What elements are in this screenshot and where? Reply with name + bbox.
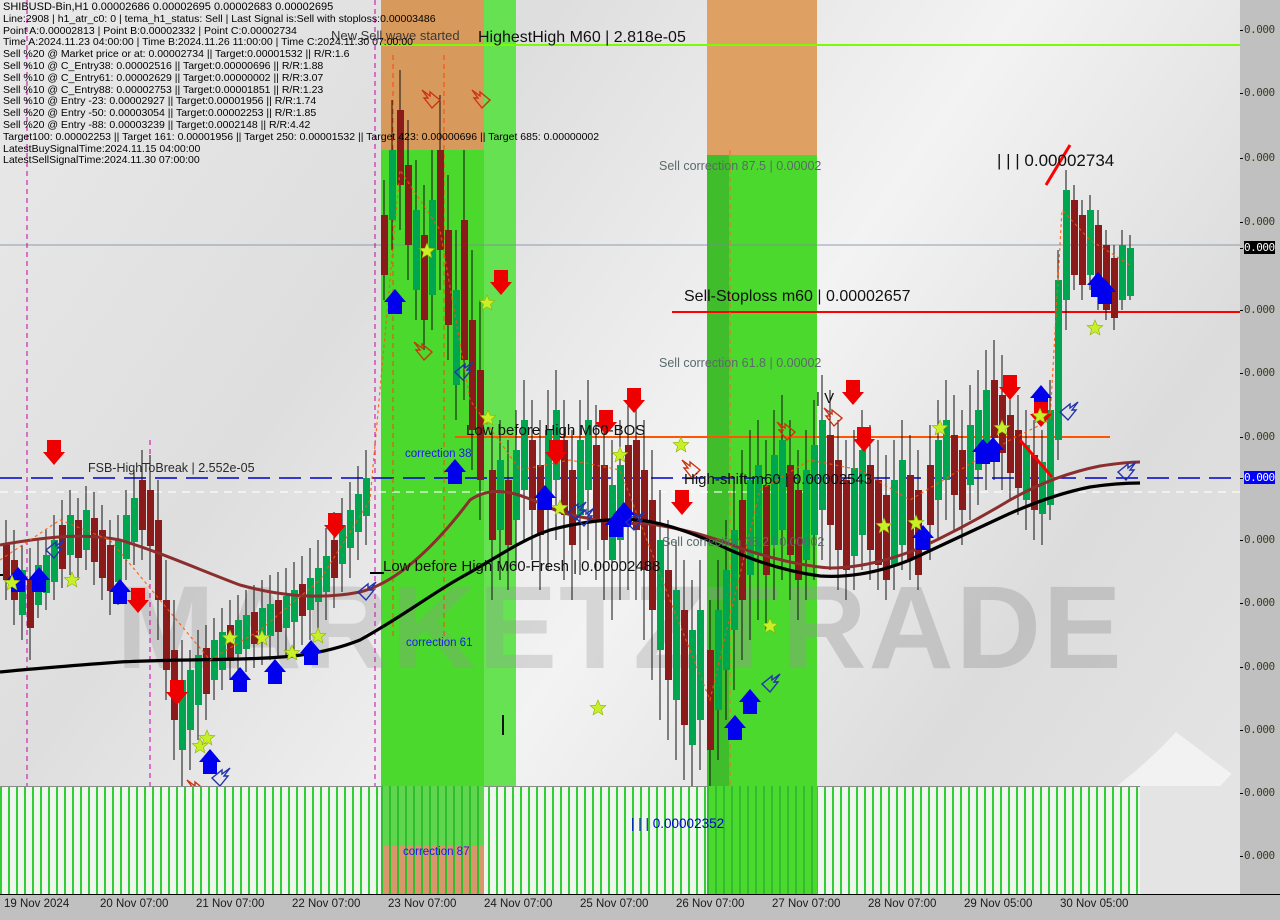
- info-line-10: Sell %20 @ Entry -50: 0.00003054 || Targ…: [3, 107, 317, 120]
- price-axis-tick: 0.000: [1240, 430, 1280, 443]
- price-axis-tick: 0.000: [1240, 303, 1280, 316]
- zone-correction-left-orange-bottom: [381, 840, 484, 894]
- chart-drawing-layer: [0, 0, 1240, 894]
- trading-chart-window: MARKETZTRADE HighestHigh M60 | 2.818e-05…: [0, 0, 1280, 920]
- info-line-12: Target100: 0.00002253 || Target 161: 0.0…: [3, 130, 600, 143]
- info-line-7: Sell %10 @ C_Entry61: 0.00002629 || Targ…: [3, 71, 324, 84]
- label-low-before-high-bos: Low before High M60-BOS: [466, 422, 646, 439]
- sell-arrow-group: [43, 270, 1052, 705]
- price-axis-tick: 0.000: [1240, 723, 1280, 736]
- price-axis-tick: 0.000: [1240, 596, 1280, 609]
- price-axis-tick: 0.000: [1240, 86, 1280, 99]
- label-low-before-high-fresh: Low before High M60-Fresh | 0.00002488: [383, 558, 661, 575]
- price-axis-tick: 0.000: [1240, 849, 1280, 862]
- price-axis-tick: 0.000: [1240, 533, 1280, 546]
- time-axis[interactable]: 19 Nov 2024 20 Nov 07:00 21 Nov 07:00 22 No…: [0, 895, 1280, 920]
- indicator-subwindow: [0, 786, 1240, 894]
- label-sell-correction-875: Sell correction 87.5 | 0.00002: [659, 159, 822, 173]
- info-line-1: SHIBUSD-Bin,H1 0.00002686 0.00002695 0.0…: [3, 1, 334, 13]
- info-line-8: Sell %10 @ C_Entry88: 0.00002753 || Targ…: [3, 83, 324, 96]
- zone-green-mid: [484, 0, 516, 894]
- label-highest-high: HighestHigh M60 | 2.818e-05: [478, 29, 686, 46]
- subwindow-zone-green: [381, 786, 484, 846]
- background-swoosh-3: [145, 44, 1240, 894]
- background-swoosh-2: [354, 0, 1240, 554]
- zone-green-right: [707, 155, 817, 894]
- zone-green-right-dark: [707, 155, 729, 894]
- ma-fast-line: [0, 460, 1141, 598]
- price-axis[interactable]: 0.000 0.000 0.000 0.000 0.000 0.000 0.000 0.000…: [1240, 0, 1280, 895]
- info-line-4: Time A:2024.11.23 04:00:00 | Time B:2024…: [3, 36, 413, 49]
- price-axis-tick: 0.000: [1240, 786, 1280, 799]
- time-axis-tick: 19 Nov 2024: [4, 898, 70, 910]
- label-correction-38: correction 38: [405, 448, 472, 460]
- price-axis-tick: 0.000: [1240, 241, 1280, 254]
- label-sell-stoploss: Sell-Stoploss m60 | 0.00002657: [684, 288, 911, 305]
- label-correction-61: correction 61: [406, 637, 473, 649]
- background-swoosh-1: [199, 0, 1240, 609]
- info-line-13: LatestBuySignalTime:2024.11.15 04:00:00: [3, 142, 201, 155]
- zone-orange-upper: [707, 0, 817, 155]
- info-line-3: Point A:0.00002813 | Point B:0.00002332 …: [3, 24, 297, 37]
- star-marker-group: [3, 242, 1104, 754]
- zone-correction-left: [381, 0, 484, 894]
- time-axis-tick: 26 Nov 07:00: [676, 898, 745, 910]
- time-axis-tick: 30 Nov 05:00: [1060, 898, 1129, 910]
- buy-arrow-group: [7, 272, 1116, 870]
- time-axis-tick: 21 Nov 07:00: [196, 898, 265, 910]
- ma-slow-line: [0, 481, 1141, 674]
- manual-trendline-up: [1044, 144, 1072, 186]
- manual-trendline-down: [1018, 439, 1054, 478]
- subwindow-zone-green-right: [707, 786, 817, 894]
- price-axis-tick: 0.000: [1240, 215, 1280, 228]
- label-volume-price-tag: | | | 0.00002352: [631, 816, 725, 831]
- info-line-6: Sell %10 @ C_Entry38: 0.00002516 || Targ…: [3, 59, 324, 72]
- label-high-shift: High-shift m60 | 0.00002543: [684, 471, 873, 488]
- tick-price-overlay: [0, 168, 1131, 702]
- info-line-9: Sell %10 @ Entry -23: 0.00002927 || Targ…: [3, 95, 317, 108]
- hollow-arrow-red-group: [186, 89, 844, 800]
- symbol-info-block: SHIBUSD-Bin,H1 0.00002686 0.00002695 0.0…: [3, 1, 600, 167]
- time-axis-tick: 22 Nov 07:00: [292, 898, 361, 910]
- info-line-5: Sell %20 @ Market price or at: 0.0000273…: [3, 48, 350, 61]
- zone-correction-left-orange: [381, 0, 484, 150]
- price-axis-tick: 0.000: [1240, 366, 1280, 379]
- label-new-sell-wave: New Sell wave started: [331, 28, 460, 43]
- label-correction-87: correction 87: [403, 846, 470, 858]
- chart-plot-area[interactable]: MARKETZTRADE HighestHigh M60 | 2.818e-05…: [0, 0, 1241, 895]
- time-axis-tick: 28 Nov 07:00: [868, 898, 937, 910]
- info-line-2: Line:2908 | h1_atr_c0: 0 | tema_h1_statu…: [3, 12, 436, 25]
- label-sell-correction-382: Sell correction 38.2 | 0.00002: [662, 535, 825, 549]
- label-sell-correction-618: Sell correction 61.8 | 0.00002: [659, 356, 822, 370]
- price-axis-tick: 0.000: [1240, 23, 1280, 36]
- label-fsb-high-to-break: FSB-HighToBreak | 2.552e-05: [88, 461, 255, 475]
- subwindow-empty-right: [1140, 786, 1240, 894]
- broker-watermark: MARKETZTRADE: [0, 560, 1240, 696]
- price-axis-tick: 0.000: [1240, 471, 1280, 484]
- time-axis-tick: 20 Nov 07:00: [100, 898, 169, 910]
- subwindow-zone-orange: [381, 846, 484, 894]
- price-axis-tick: 0.000: [1240, 151, 1280, 164]
- info-line-11: Sell %20 @ Entry -88: 0.00003239 || Targ…: [3, 118, 311, 131]
- time-axis-tick: 29 Nov 05:00: [964, 898, 1033, 910]
- watermark-part2: TRADE: [707, 562, 1124, 694]
- info-line-14: LatestSellSignalTime:2024.11.30 07:00:00: [3, 154, 200, 167]
- label-price-tag-mid: | V: [816, 390, 835, 407]
- label-price-tag-top: | | | 0.00002734: [997, 151, 1115, 170]
- watermark-part1: MARKETZ: [116, 562, 708, 694]
- candlestick-series: [3, 70, 1134, 790]
- time-axis-tick: 24 Nov 07:00: [484, 898, 553, 910]
- time-axis-tick: 27 Nov 07:00: [772, 898, 841, 910]
- time-axis-tick: 23 Nov 07:00: [388, 898, 457, 910]
- text-tick-marks: [502, 715, 707, 880]
- price-axis-tick: 0.000: [1240, 660, 1280, 673]
- time-axis-tick: 25 Nov 07:00: [580, 898, 649, 910]
- hollow-arrow-group: [44, 361, 1137, 788]
